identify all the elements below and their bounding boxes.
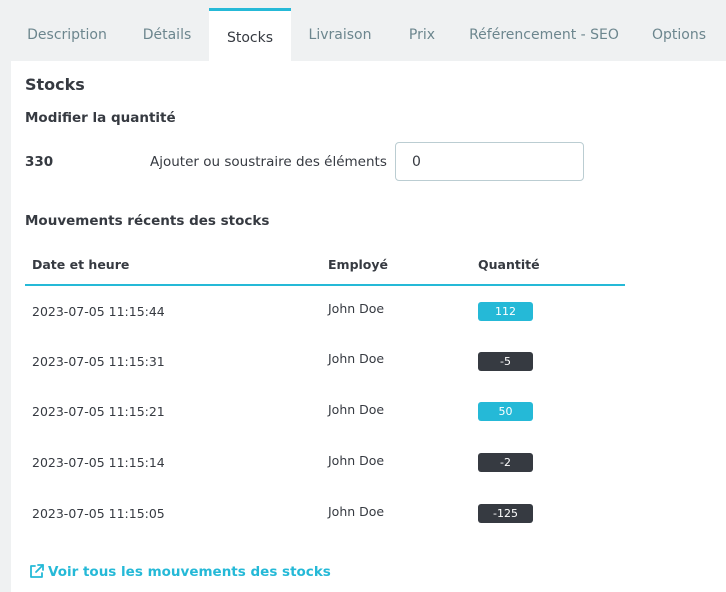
table-row: 2023-07-05 11:15:31 John Doe -5 [25,336,625,386]
section-title: Stocks [25,75,85,94]
product-tabs: Description Détails Stocks Livraison Pri… [0,0,726,61]
row-date: 2023-07-05 11:15:14 [32,455,165,470]
table-row: 2023-07-05 11:15:44 John Doe 112 [25,286,625,336]
row-date: 2023-07-05 11:15:44 [32,304,165,319]
table-row: 2023-07-05 11:15:21 John Doe 50 [25,387,625,437]
adjust-quantity-input[interactable] [395,142,584,181]
current-quantity: 330 [25,154,54,170]
row-date: 2023-07-05 11:15:31 [32,354,165,369]
column-header-date[interactable]: Date et heure [32,257,129,272]
quantity-badge: 112 [478,302,533,321]
row-employee: John Doe [328,402,385,417]
row-employee: John Doe [328,301,385,316]
tab-prix[interactable]: Prix [398,8,446,61]
table-row: 2023-07-05 11:15:05 John Doe -125 [25,489,625,539]
row-employee: John Doe [328,504,385,519]
tab-options[interactable]: Options [644,8,714,61]
tab-stocks[interactable]: Stocks [209,8,291,61]
tab-livraison[interactable]: Livraison [300,8,380,61]
quantity-badge: -125 [478,504,533,523]
row-employee: John Doe [328,351,385,366]
quantity-badge: -5 [478,352,533,371]
row-date: 2023-07-05 11:15:05 [32,506,165,521]
row-employee: John Doe [328,453,385,468]
modify-quantity-heading: Modifier la quantité [25,110,176,126]
quantity-badge: 50 [478,402,533,421]
tab-description[interactable]: Description [12,8,122,61]
quantity-badge: -2 [478,453,533,472]
view-all-movements-link[interactable]: Voir tous les mouvements des stocks [28,563,331,580]
external-link-icon [28,563,45,580]
view-all-movements-label: Voir tous les mouvements des stocks [48,563,331,580]
recent-movements-heading: Mouvements récents des stocks [25,213,270,229]
column-header-quantity[interactable]: Quantité [478,257,540,272]
column-header-employee[interactable]: Employé [328,257,388,272]
table-row: 2023-07-05 11:15:14 John Doe -2 [25,438,625,488]
row-date: 2023-07-05 11:15:21 [32,404,165,419]
tab-referencement-seo[interactable]: Référencement - SEO [465,8,623,61]
adjust-quantity-label: Ajouter ou soustraire des éléments [150,154,387,170]
tab-details[interactable]: Détails [132,8,202,61]
